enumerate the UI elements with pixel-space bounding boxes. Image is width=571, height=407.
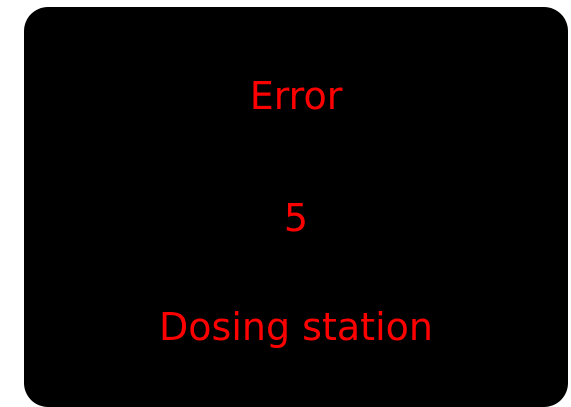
error-description: Dosing station — [159, 305, 433, 349]
error-code: 5 — [283, 196, 309, 240]
error-title: Error — [249, 74, 343, 118]
error-display-panel: Error 5 Dosing station — [24, 7, 568, 407]
